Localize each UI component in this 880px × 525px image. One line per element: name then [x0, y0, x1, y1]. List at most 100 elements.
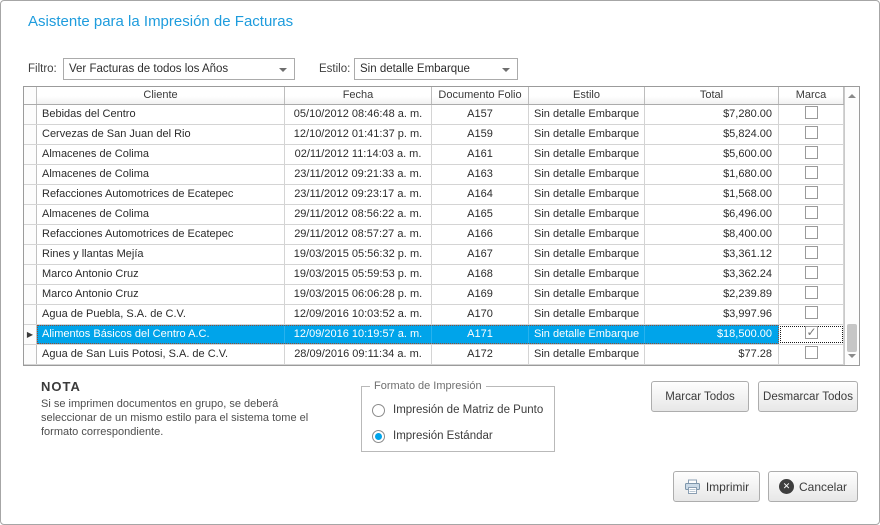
cell-marca — [779, 185, 844, 204]
column-header-cliente[interactable]: Cliente — [37, 87, 285, 104]
cell-fecha: 05/10/2012 08:46:48 a. m. — [285, 105, 432, 124]
cell-folio: A157 — [432, 105, 529, 124]
imprimir-button[interactable]: Imprimir — [673, 471, 760, 502]
cell-marca — [779, 225, 844, 244]
table-row[interactable]: Agua de Puebla, S.A. de C.V.12/09/2016 1… — [24, 305, 844, 325]
row-gutter-cell[interactable] — [24, 265, 37, 284]
cell-total: $77.28 — [645, 345, 779, 364]
cancelar-label: Cancelar — [799, 480, 847, 494]
cell-cliente: Almacenes de Colima — [37, 205, 285, 224]
filtro-label: Filtro: — [28, 63, 57, 75]
scrollbar-thumb[interactable] — [847, 324, 857, 352]
cell-marca — [779, 145, 844, 164]
table-row[interactable]: Almacenes de Colima02/11/2012 11:14:03 a… — [24, 145, 844, 165]
cell-estilo: Sin detalle Embarque — [529, 205, 645, 224]
cell-fecha: 28/09/2016 09:11:34 a. m. — [285, 345, 432, 364]
filtro-dropdown[interactable]: Ver Facturas de todos los Años — [63, 58, 295, 80]
marca-checkbox[interactable] — [805, 326, 818, 339]
row-gutter-cell[interactable] — [24, 185, 37, 204]
marcar-todos-button[interactable]: Marcar Todos — [651, 381, 749, 412]
cell-estilo: Sin detalle Embarque — [529, 325, 645, 344]
cell-folio: A169 — [432, 285, 529, 304]
cell-estilo: Sin detalle Embarque — [529, 345, 645, 364]
table-row[interactable]: Agua de San Luis Potosi, S.A. de C.V.28/… — [24, 345, 844, 365]
row-gutter-cell[interactable] — [24, 245, 37, 264]
marca-checkbox[interactable] — [805, 286, 818, 299]
table-row[interactable]: Marco Antonio Cruz19/03/2015 06:06:28 p.… — [24, 285, 844, 305]
row-gutter-cell[interactable] — [24, 145, 37, 164]
table-row[interactable]: Cervezas de San Juan del Rio12/10/2012 0… — [24, 125, 844, 145]
table-row[interactable]: Marco Antonio Cruz19/03/2015 05:59:53 p.… — [24, 265, 844, 285]
cell-estilo: Sin detalle Embarque — [529, 125, 645, 144]
desmarcar-todos-button[interactable]: Desmarcar Todos — [758, 381, 858, 412]
row-gutter-cell[interactable] — [24, 345, 37, 364]
cell-marca — [779, 165, 844, 184]
imprimir-label: Imprimir — [706, 480, 749, 494]
cell-total: $6,496.00 — [645, 205, 779, 224]
cell-total: $3,997.96 — [645, 305, 779, 324]
table-row[interactable]: Almacenes de Colima29/11/2012 08:56:22 a… — [24, 205, 844, 225]
table-row[interactable]: Rines y llantas Mejía19/03/2015 05:56:32… — [24, 245, 844, 265]
note-heading: NOTA — [41, 379, 81, 394]
column-header-estilo[interactable]: Estilo — [529, 87, 645, 104]
row-gutter-cell[interactable]: ▶ — [24, 325, 37, 344]
cell-cliente: Agua de San Luis Potosi, S.A. de C.V. — [37, 345, 285, 364]
cell-cliente: Almacenes de Colima — [37, 145, 285, 164]
table-row[interactable]: Refacciones Automotrices de Ecatepec29/1… — [24, 225, 844, 245]
marca-checkbox[interactable] — [805, 306, 818, 319]
column-header-fecha[interactable]: Fecha — [285, 87, 432, 104]
marca-checkbox[interactable] — [805, 166, 818, 179]
table-row[interactable]: Refacciones Automotrices de Ecatepec23/1… — [24, 185, 844, 205]
marca-checkbox[interactable] — [805, 226, 818, 239]
marca-checkbox[interactable] — [805, 186, 818, 199]
column-header-total[interactable]: Total — [645, 87, 779, 104]
row-gutter-cell[interactable] — [24, 125, 37, 144]
grid-body: Bebidas del Centro05/10/2012 08:46:48 a.… — [24, 105, 844, 365]
row-gutter-cell[interactable] — [24, 305, 37, 324]
cell-folio: A166 — [432, 225, 529, 244]
marca-checkbox[interactable] — [805, 246, 818, 259]
cell-cliente: Marco Antonio Cruz — [37, 285, 285, 304]
marca-checkbox[interactable] — [805, 346, 818, 359]
table-row[interactable]: ▶Alimentos Básicos del Centro A.C.12/09/… — [24, 325, 844, 345]
radio-impresion-estandar[interactable]: Impresión Estándar — [372, 429, 493, 443]
cell-fecha: 19/03/2015 05:56:32 p. m. — [285, 245, 432, 264]
cell-fecha: 29/11/2012 08:57:27 a. m. — [285, 225, 432, 244]
radio-button-icon[interactable] — [372, 430, 385, 443]
marca-checkbox[interactable] — [805, 126, 818, 139]
invoice-print-wizard-dialog: Asistente para la Impresión de Facturas … — [0, 0, 880, 525]
row-gutter-cell[interactable] — [24, 285, 37, 304]
cell-cliente: Almacenes de Colima — [37, 165, 285, 184]
cell-folio: A163 — [432, 165, 529, 184]
row-gutter-cell[interactable] — [24, 165, 37, 184]
table-row[interactable]: Almacenes de Colima23/11/2012 09:21:33 a… — [24, 165, 844, 185]
cell-folio: A165 — [432, 205, 529, 224]
cell-marca — [779, 305, 844, 324]
row-gutter-cell[interactable] — [24, 205, 37, 224]
marca-checkbox[interactable] — [805, 106, 818, 119]
column-header-marca[interactable]: Marca — [779, 87, 844, 104]
scroll-down-icon[interactable] — [848, 354, 856, 358]
cancelar-button[interactable]: ✕ Cancelar — [768, 471, 858, 502]
estilo-dropdown[interactable]: Sin detalle Embarque — [354, 58, 518, 80]
invoices-grid: ClienteFechaDocumento FolioEstiloTotalMa… — [23, 86, 860, 366]
cell-fecha: 02/11/2012 11:14:03 a. m. — [285, 145, 432, 164]
cell-estilo: Sin detalle Embarque — [529, 305, 645, 324]
cell-total: $2,239.89 — [645, 285, 779, 304]
radio-matriz-de-punto[interactable]: Impresión de Matriz de Punto — [372, 403, 543, 417]
table-row[interactable]: Bebidas del Centro05/10/2012 08:46:48 a.… — [24, 105, 844, 125]
radio-button-icon[interactable] — [372, 404, 385, 417]
scroll-up-icon[interactable] — [848, 94, 856, 98]
marca-checkbox[interactable] — [805, 266, 818, 279]
marca-checkbox[interactable] — [805, 146, 818, 159]
chevron-down-icon — [279, 68, 287, 72]
row-gutter-cell[interactable] — [24, 225, 37, 244]
cell-marca — [779, 245, 844, 264]
filtro-dropdown-value: Ver Facturas de todos los Años — [69, 63, 228, 75]
row-gutter-cell[interactable] — [24, 105, 37, 124]
cell-folio: A171 — [432, 325, 529, 344]
cell-cliente: Marco Antonio Cruz — [37, 265, 285, 284]
marca-checkbox[interactable] — [805, 206, 818, 219]
grid-vertical-scrollbar[interactable] — [844, 87, 859, 365]
column-header-folio[interactable]: Documento Folio — [432, 87, 529, 104]
